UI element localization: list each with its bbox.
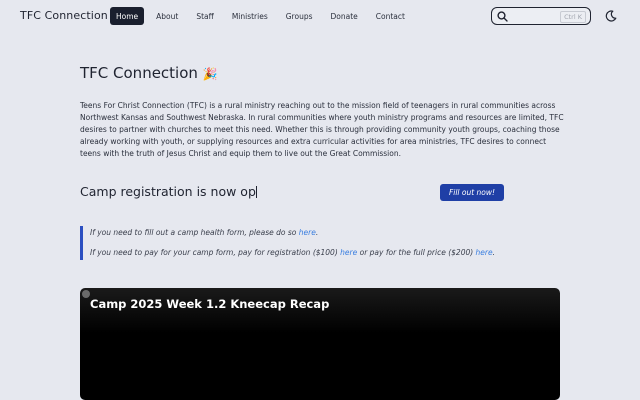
nav-link-home[interactable]: Home — [110, 7, 145, 25]
party-popper-icon: 🎉 — [202, 67, 218, 81]
video-title[interactable]: Camp 2025 Week 1.2 Kneecap Recap — [90, 297, 329, 311]
payment-text: If you need to pay for your camp form, p… — [90, 248, 341, 257]
registration-payment-link[interactable]: here — [340, 248, 357, 257]
search-icon — [497, 11, 508, 22]
nav-links: Home About Staff Ministries Groups Donat… — [110, 7, 417, 25]
health-form-suffix: . — [315, 228, 319, 237]
health-form-text: If you need to fill out a camp health fo… — [90, 228, 299, 237]
intro-paragraph: Teens For Christ Connection (TFC) is a r… — [80, 101, 564, 158]
channel-avatar[interactable] — [82, 290, 90, 298]
health-form-notice: If you need to fill out a camp health fo… — [90, 228, 318, 237]
search-button[interactable]: Ctrl K — [491, 7, 591, 25]
typing-caret — [255, 186, 257, 198]
navbar: TFC Connection Home About Staff Ministri… — [0, 0, 640, 32]
payment-notice: If you need to pay for your camp form, p… — [90, 248, 495, 257]
camp-registration-heading: Camp registration is now op — [80, 184, 257, 199]
nav-link-about[interactable]: About — [150, 7, 184, 25]
page-title-text: TFC Connection — [80, 64, 198, 82]
nav-link-donate[interactable]: Donate — [325, 7, 364, 25]
payment-middle-text: or pay for the full price ($200) — [357, 248, 476, 257]
page-title: TFC Connection 🎉 — [80, 64, 218, 82]
video-player[interactable]: Camp 2025 Week 1.2 Kneecap Recap — [80, 288, 560, 400]
nav-link-groups[interactable]: Groups — [280, 7, 319, 25]
site-brand[interactable]: TFC Connection — [20, 9, 108, 22]
moon-icon[interactable] — [605, 10, 617, 22]
payment-suffix: . — [492, 248, 496, 257]
full-price-payment-link[interactable]: here — [476, 248, 493, 257]
camp-registration-text: Camp registration is now op — [80, 184, 256, 199]
search-shortcut: Ctrl K — [560, 11, 586, 23]
nav-link-ministries[interactable]: Ministries — [226, 7, 274, 25]
nav-link-contact[interactable]: Contact — [370, 7, 411, 25]
fill-out-now-button[interactable]: Fill out now! — [440, 184, 504, 201]
callout-border — [80, 226, 83, 260]
nav-link-staff[interactable]: Staff — [190, 7, 219, 25]
health-form-link[interactable]: here — [299, 228, 316, 237]
